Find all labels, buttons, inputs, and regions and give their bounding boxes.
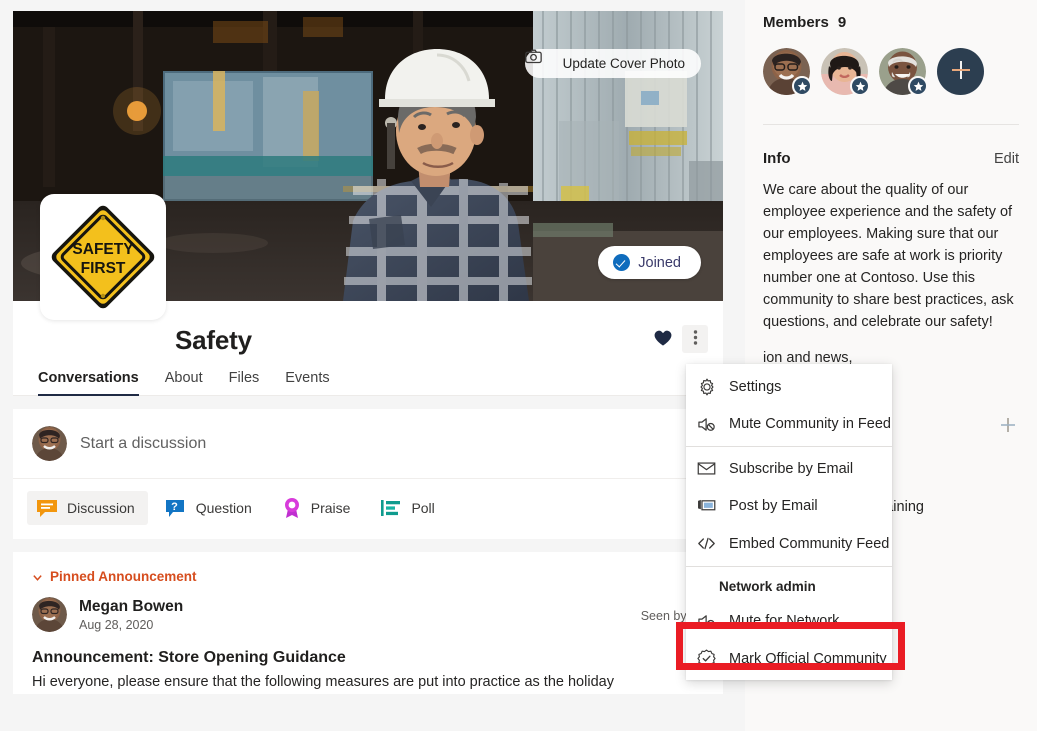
- group-avatar: SAFETY FIRST: [40, 194, 166, 320]
- more-vertical-icon: [693, 328, 698, 350]
- favorite-button[interactable]: [650, 325, 676, 353]
- tab-events[interactable]: Events: [285, 370, 329, 395]
- poll-icon: [380, 498, 402, 518]
- menu-item-mark-official-community-label: Mark Official Community: [729, 651, 887, 667]
- members-avatar-row: [763, 48, 1019, 95]
- members-header: Members 9: [763, 14, 1019, 31]
- envelope-icon: [697, 459, 716, 478]
- composer-type-poll[interactable]: Poll: [371, 491, 447, 525]
- main-column: Update Cover Photo Joined: [0, 0, 745, 731]
- info-text: We care about the quality of our employe…: [763, 179, 1019, 333]
- menu-item-mark-official-community[interactable]: Mark Official Community: [686, 640, 892, 678]
- post-author-row: Megan Bowen Aug 28, 2020 Seen by 5: [32, 597, 703, 632]
- composer-type-question-label: Question: [196, 500, 252, 516]
- group-tabs: Conversations About Files Events: [13, 356, 723, 396]
- verified-badge-icon: [697, 649, 716, 668]
- tab-conversations[interactable]: Conversations: [38, 370, 139, 395]
- code-icon: [697, 534, 716, 553]
- members-count: 9: [838, 14, 846, 31]
- safety-first-sign-image: SAFETY FIRST: [47, 201, 159, 313]
- post-title: Announcement: Store Opening Guidance: [32, 649, 703, 667]
- mute-icon: [697, 415, 716, 434]
- svg-text:?: ?: [171, 501, 178, 513]
- discussion-icon: [36, 498, 58, 518]
- heart-filled-icon: [654, 329, 672, 349]
- tab-files[interactable]: Files: [229, 370, 260, 395]
- sign-line-1: SAFETY: [72, 241, 134, 258]
- composer-type-praise-label: Praise: [311, 500, 351, 516]
- menu-item-settings-label: Settings: [729, 379, 781, 395]
- info-title: Info: [763, 150, 791, 167]
- chevron-down-icon: [32, 571, 43, 582]
- info-edit-link[interactable]: Edit: [994, 151, 1019, 167]
- post-date: Aug 28, 2020: [79, 618, 183, 632]
- composer-type-poll-label: Poll: [411, 500, 434, 516]
- pinned-announcement-header[interactable]: Pinned Announcement: [32, 569, 703, 584]
- composer-type-question[interactable]: ? Question: [156, 491, 265, 525]
- composer-input-row[interactable]: Start a discussion: [13, 409, 723, 479]
- gear-icon: [697, 377, 716, 396]
- page-title: Safety: [175, 325, 252, 356]
- menu-item-mute-community-in-feed-label: Mute Community in Feed: [729, 416, 891, 432]
- members-title: Members: [763, 14, 829, 31]
- composer-placeholder: Start a discussion: [80, 435, 206, 453]
- sign-line-2: FIRST: [81, 260, 126, 277]
- joined-label: Joined: [638, 255, 681, 271]
- menu-item-post-by-email-label: Post by Email: [729, 498, 818, 514]
- header-actions: [650, 325, 723, 353]
- menu-item-mute-for-network[interactable]: Mute for Network: [686, 603, 892, 641]
- member-avatar-3[interactable]: [879, 48, 926, 95]
- sidebar-divider-1: [763, 124, 1019, 125]
- info-header: Info Edit: [763, 150, 1019, 167]
- menu-item-settings[interactable]: Settings: [686, 368, 892, 406]
- menu-item-mute-for-network-label: Mute for Network: [729, 613, 839, 629]
- star-admin-badge: [850, 76, 870, 96]
- pinned-post: Pinned Announcement: [13, 552, 723, 694]
- menu-separator-1: [686, 446, 892, 447]
- menu-item-subscribe-by-email[interactable]: Subscribe by Email: [686, 450, 892, 488]
- member-avatar-2[interactable]: [821, 48, 868, 95]
- update-cover-photo-label: Update Cover Photo: [563, 56, 685, 71]
- composer-type-discussion[interactable]: Discussion: [27, 491, 148, 525]
- praise-icon: [282, 497, 302, 519]
- post-author-avatar[interactable]: [32, 597, 67, 632]
- menu-item-mute-community-in-feed[interactable]: Mute Community in Feed: [686, 406, 892, 444]
- menu-item-embed-community-feed-label: Embed Community Feed: [729, 536, 889, 552]
- group-header-card: Update Cover Photo Joined: [13, 11, 723, 396]
- menu-item-subscribe-by-email-label: Subscribe by Email: [729, 461, 853, 477]
- star-admin-badge: [908, 76, 928, 96]
- composer-type-discussion-label: Discussion: [67, 500, 135, 516]
- plus-icon: [1000, 417, 1016, 436]
- joined-button[interactable]: Joined: [598, 246, 701, 279]
- star-admin-badge: [792, 76, 812, 96]
- menu-separator-2: [686, 566, 892, 567]
- mute-icon: [697, 612, 716, 631]
- tab-about[interactable]: About: [165, 370, 203, 395]
- check-circle-icon: [613, 254, 630, 271]
- composer-type-praise[interactable]: Praise: [273, 490, 364, 526]
- pinned-announcement-label: Pinned Announcement: [50, 569, 197, 584]
- community-options-menu: Settings Mute Community in Feed Subscrib…: [686, 364, 892, 680]
- post-author-name[interactable]: Megan Bowen: [79, 597, 183, 616]
- question-icon: ?: [165, 498, 187, 518]
- current-user-avatar: [32, 426, 67, 461]
- add-member-button[interactable]: [937, 48, 984, 95]
- more-options-button[interactable]: [682, 325, 708, 353]
- menu-item-embed-community-feed[interactable]: Embed Community Feed: [686, 525, 892, 563]
- post-mail-icon: [697, 497, 716, 516]
- post-body: Hi everyone, please ensure that the foll…: [32, 672, 703, 694]
- camera-icon: [538, 56, 555, 71]
- add-resource-button[interactable]: [997, 415, 1019, 437]
- menu-section-network-admin: Network admin: [686, 570, 892, 603]
- page-root: Update Cover Photo Joined: [0, 0, 1037, 731]
- update-cover-photo-button[interactable]: Update Cover Photo: [525, 49, 701, 78]
- member-avatar-1[interactable]: [763, 48, 810, 95]
- post-composer: Start a discussion Discussion: [13, 409, 723, 539]
- plus-icon: [950, 59, 972, 84]
- menu-item-post-by-email[interactable]: Post by Email: [686, 488, 892, 526]
- composer-type-row: Discussion ? Question: [13, 479, 723, 539]
